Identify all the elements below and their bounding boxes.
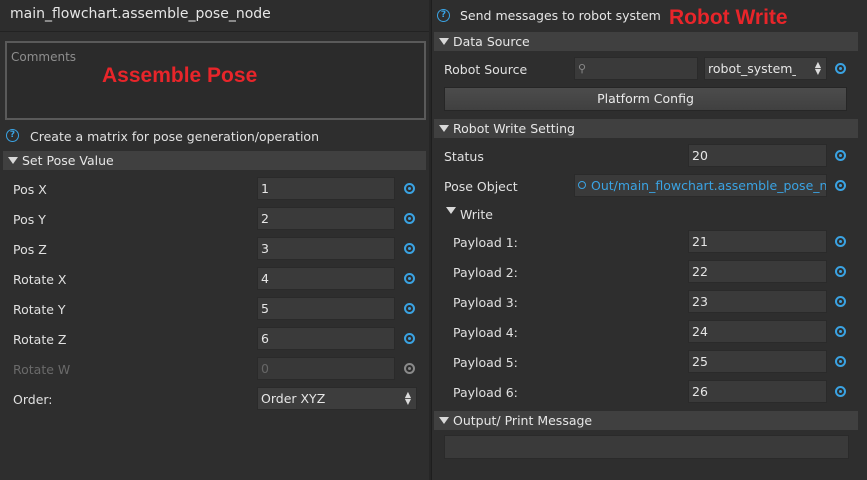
section-set-pose-value[interactable]: Set Pose Value <box>3 151 426 170</box>
pos-y-link-radio-icon[interactable] <box>404 213 415 224</box>
pos-y-label: Pos Y <box>13 212 46 227</box>
payload-6-link-radio-icon[interactable] <box>835 386 846 397</box>
robot-source-label: Robot Source <box>444 62 528 77</box>
payload-1-link-radio-icon[interactable] <box>835 236 846 247</box>
payload-5-link-radio-icon[interactable] <box>835 356 846 367</box>
pose-object-link-radio-icon[interactable] <box>835 180 846 191</box>
payload-4-input[interactable]: 24 <box>688 320 827 343</box>
annotation-assemble-pose: Assemble Pose <box>102 64 258 87</box>
node-title-bar: main_flowchart.assemble_pose_node <box>0 0 431 32</box>
platform-config-button[interactable]: Platform Config <box>444 87 847 111</box>
pose-object-value: Out/main_flowchart.assemble_pose_node <box>591 178 827 193</box>
payload-6-input[interactable]: 26 <box>688 380 827 403</box>
payload-3-label: Payload 3: <box>453 295 518 310</box>
status-label: Status <box>444 149 484 164</box>
pos-z-label: Pos Z <box>13 242 47 257</box>
output-message-field[interactable] <box>444 435 849 459</box>
rotate-x-input[interactable]: 4 <box>257 267 395 290</box>
payload-3-input[interactable]: 23 <box>688 290 827 313</box>
rotate-z-label: Rotate Z <box>13 332 67 347</box>
collapse-triangle-icon <box>439 125 449 132</box>
section-output-print-message[interactable]: Output/ Print Message <box>434 411 858 430</box>
rotate-x-link-radio-icon[interactable] <box>404 273 415 284</box>
payload-6-label: Payload 6: <box>453 385 518 400</box>
rotate-y-link-radio-icon[interactable] <box>404 303 415 314</box>
payload-1-input[interactable]: 21 <box>688 230 827 253</box>
link-dot-icon <box>578 181 586 189</box>
payload-2-link-radio-icon[interactable] <box>835 266 846 277</box>
section-title: Robot Write Setting <box>453 121 575 136</box>
section-robot-write-setting[interactable]: Robot Write Setting <box>434 119 858 138</box>
section-data-source[interactable]: Data Source <box>434 32 858 51</box>
status-link-radio-icon[interactable] <box>835 150 846 161</box>
write-collapse-triangle-icon[interactable] <box>446 207 456 214</box>
rotate-w-input: 0 <box>257 357 395 380</box>
robot-source-select[interactable]: robot_system_1 ▲▼ <box>704 57 827 80</box>
robot-source-value: robot_system_1 <box>708 61 796 76</box>
help-icon[interactable]: ? <box>437 9 450 22</box>
annotation-robot-write: Robot Write <box>669 6 788 29</box>
collapse-triangle-icon <box>439 417 449 424</box>
pos-x-label: Pos X <box>13 182 47 197</box>
payload-5-label: Payload 5: <box>453 355 518 370</box>
payload-4-label: Payload 4: <box>453 325 518 340</box>
pos-z-link-radio-icon[interactable] <box>404 243 415 254</box>
pos-x-link-radio-icon[interactable] <box>404 183 415 194</box>
payload-2-label: Payload 2: <box>453 265 518 280</box>
rotate-w-label: Rotate W <box>13 362 71 377</box>
section-title: Set Pose Value <box>22 153 114 168</box>
node-description: Create a matrix for pose generation/oper… <box>30 129 319 144</box>
rotate-y-input[interactable]: 5 <box>257 297 395 320</box>
collapse-triangle-icon <box>8 157 18 164</box>
order-select-value: Order XYZ <box>261 391 326 406</box>
payload-2-input[interactable]: 22 <box>688 260 827 283</box>
write-subsection-title: Write <box>460 207 494 222</box>
rotate-w-link-radio-icon <box>404 363 415 374</box>
updown-arrows-icon: ▲ ▼ <box>404 390 411 406</box>
rotate-z-input[interactable]: 6 <box>257 327 395 350</box>
payload-4-link-radio-icon[interactable] <box>835 326 846 337</box>
pose-object-label: Pose Object <box>444 179 518 194</box>
order-label: Order: <box>13 392 53 407</box>
help-icon[interactable]: ? <box>6 129 19 142</box>
payload-1-label: Payload 1: <box>453 235 518 250</box>
order-select[interactable]: Order XYZ ▲ ▼ <box>257 387 417 410</box>
pos-z-input[interactable]: 3 <box>257 237 395 260</box>
pos-x-input[interactable]: 1 <box>257 177 395 200</box>
right-panel: ? Send messages to robot system Robot Wr… <box>431 0 867 480</box>
rotate-z-link-radio-icon[interactable] <box>404 333 415 344</box>
section-title: Data Source <box>453 34 530 49</box>
status-input[interactable]: 20 <box>688 144 827 167</box>
rotate-x-label: Rotate X <box>13 272 67 287</box>
comments-placeholder: Comments <box>11 50 77 64</box>
left-panel: main_flowchart.assemble_pose_node Commen… <box>0 0 431 480</box>
payload-5-input[interactable]: 25 <box>688 350 827 373</box>
node-title: main_flowchart.assemble_pose_node <box>10 6 271 22</box>
updown-arrows-icon: ▲ ▼ <box>814 60 821 76</box>
collapse-triangle-icon <box>439 38 449 45</box>
node-description: Send messages to robot system <box>460 8 661 23</box>
pose-object-link-field[interactable]: Out/main_flowchart.assemble_pose_node <box>574 174 827 197</box>
robot-source-search-field[interactable]: ⚲ <box>574 57 698 80</box>
robot-source-link-radio-icon[interactable] <box>835 63 846 74</box>
pos-y-input[interactable]: 2 <box>257 207 395 230</box>
section-title: Output/ Print Message <box>453 413 593 428</box>
key-icon: ⚲ <box>578 62 587 75</box>
payload-3-link-radio-icon[interactable] <box>835 296 846 307</box>
rotate-y-label: Rotate Y <box>13 302 66 317</box>
